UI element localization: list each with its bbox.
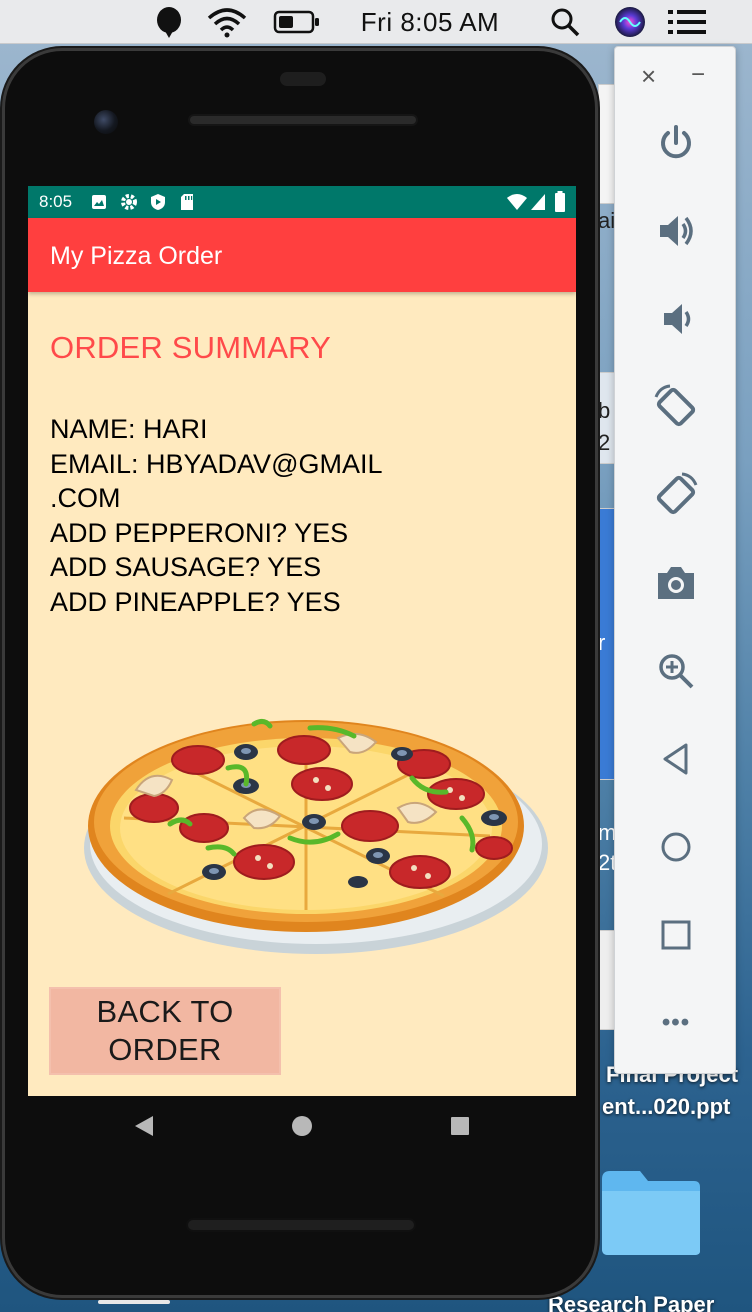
power-icon[interactable] (646, 113, 706, 173)
android-phone-frame: 8:05 My Pizza Order ORDER SUMMARY NAME: … (2, 48, 598, 1298)
rotate-left-icon[interactable] (646, 377, 706, 437)
pizza-image (84, 718, 548, 954)
folder-icon[interactable] (600, 1165, 702, 1257)
home-icon[interactable] (646, 817, 706, 877)
order-summary-text: NAME: HARI EMAIL: HBYADAV@GMAIL .COM ADD… (50, 412, 383, 619)
camera-icon[interactable] (646, 553, 706, 613)
summary-email-continued: .COM (50, 483, 121, 513)
back-icon[interactable] (646, 729, 706, 789)
minimize-icon[interactable]: − (691, 61, 705, 89)
back-button-label-line2: ORDER (108, 1032, 222, 1067)
emulator-toolbar: × − ••• (614, 46, 736, 1074)
back-to-order-button[interactable]: BACK TO ORDER (49, 987, 281, 1075)
image-icon (92, 195, 106, 209)
search-icon[interactable] (548, 0, 582, 44)
rotate-right-icon[interactable] (646, 465, 706, 525)
wifi-icon[interactable] (204, 0, 250, 44)
desktop-file-label[interactable]: ent...020.ppt (602, 1094, 730, 1120)
order-summary-heading: ORDER SUMMARY (50, 330, 332, 365)
app-bar: My Pizza Order (28, 218, 576, 292)
volume-down-icon[interactable] (646, 289, 706, 349)
summary-pepperoni: ADD PEPPERONI? YES (50, 517, 349, 548)
summary-pineapple: ADD PINEAPPLE? YES (50, 586, 341, 617)
mac-menubar: Fri 8:05 AM (0, 0, 752, 44)
proximity-sensor (280, 72, 326, 86)
summary-email: EMAIL: HBYADAV@GMAIL (50, 448, 383, 479)
wifi-signal-icon (507, 194, 527, 210)
android-nav-bar (28, 1096, 576, 1156)
grammarly-icon[interactable] (152, 0, 186, 44)
android-status-bar: 8:05 (28, 186, 576, 218)
battery-icon[interactable] (272, 0, 322, 44)
front-camera (94, 110, 118, 134)
nav-back-icon[interactable] (114, 1096, 174, 1156)
menubar-clock[interactable]: Fri 8:05 AM (352, 0, 508, 44)
nav-overview-icon[interactable] (430, 1096, 490, 1156)
shield-icon (151, 194, 165, 210)
zoom-icon[interactable] (646, 641, 706, 701)
summary-sausage: ADD SAUSAGE? YES (50, 552, 322, 582)
phone-screen: 8:05 My Pizza Order ORDER SUMMARY NAME: … (28, 186, 576, 1096)
app-title: My Pizza Order (50, 242, 223, 270)
earpiece-speaker (188, 114, 418, 126)
volume-up-icon[interactable] (646, 201, 706, 261)
summary-name: NAME: HARI (50, 414, 208, 444)
back-button-label-line1: BACK TO (96, 994, 234, 1029)
nav-home-icon[interactable] (272, 1096, 332, 1156)
siri-icon[interactable] (612, 0, 648, 44)
cell-signal-icon (531, 194, 545, 210)
more-icon[interactable]: ••• (646, 993, 706, 1053)
battery-status-icon (555, 191, 565, 212)
desktop-dock-indicator (98, 1300, 170, 1304)
sd-card-icon (181, 194, 193, 210)
status-time: 8:05 (39, 192, 73, 211)
overview-icon[interactable] (646, 905, 706, 965)
bottom-speaker (186, 1218, 416, 1232)
desktop-folder-label[interactable]: Research Paper (548, 1292, 714, 1312)
control-center-icon[interactable] (666, 0, 708, 44)
settings-icon (121, 194, 137, 210)
close-icon[interactable]: × (641, 61, 656, 92)
